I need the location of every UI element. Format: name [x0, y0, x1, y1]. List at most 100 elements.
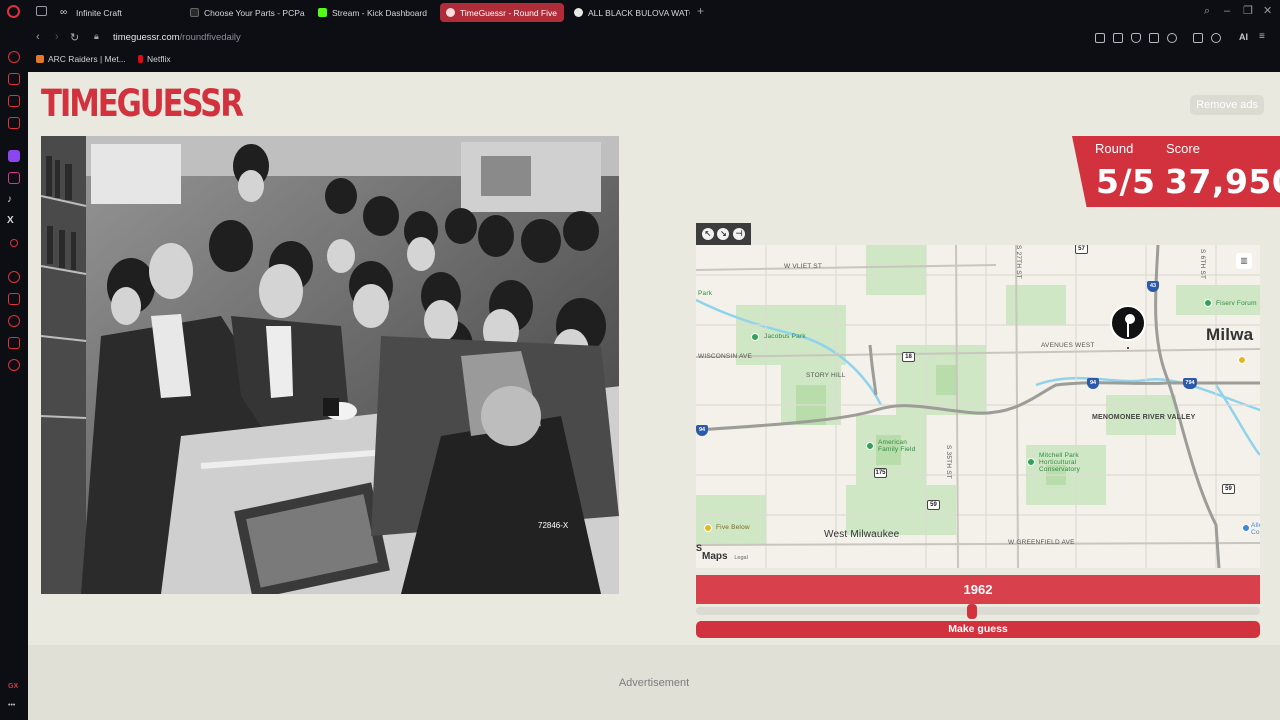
url-path: /roundfivedaily [179, 32, 241, 43]
x-twitter-icon[interactable]: X [7, 215, 14, 226]
opera-menu-icon[interactable] [7, 5, 20, 18]
map-label-wisconsin: WISCONSIN AVE [698, 353, 753, 360]
gx-control-icon[interactable]: GX [8, 683, 18, 690]
lock-icon[interactable]: 🔒︎ [94, 31, 99, 42]
arena-poi-icon[interactable] [1204, 299, 1212, 307]
settings-icon[interactable] [8, 359, 20, 371]
tab-label: Choose Your Parts - PCPa [204, 7, 305, 18]
search-tabs-icon[interactable]: ⌕ [1204, 5, 1210, 17]
route-18-shield-icon: 18 [902, 352, 915, 362]
url-host: timeguessr.com [113, 32, 180, 43]
url-field[interactable]: timeguessr.com/roundfivedaily [113, 32, 241, 43]
timeguessr-logo[interactable]: TIMEGUESSR [41, 84, 244, 124]
map-label-milwaukee: Milwa [1206, 325, 1254, 344]
infinity-icon: ∞ [60, 7, 68, 18]
close-icon[interactable]: ✕ [1263, 5, 1272, 17]
poi-blue-icon[interactable] [1242, 524, 1250, 532]
workspaces-icon[interactable] [36, 6, 47, 16]
advertisement-area: Advertisement [28, 645, 1280, 720]
timeguessr-page: TIMEGUESSR Remove ads 72846-X Round Scor… [28, 72, 1280, 720]
extensions-sidebar-icon[interactable] [8, 337, 20, 349]
tab-timeguessr[interactable]: TimeGuessr - Round Five [440, 3, 564, 22]
forward-icon[interactable]: › [55, 31, 59, 43]
reload-icon[interactable]: ↻ [70, 31, 79, 44]
twitch-icon[interactable] [8, 150, 20, 162]
minimize-icon[interactable]: – [1224, 5, 1230, 17]
bookmark-netflix[interactable]: Netflix [138, 54, 171, 64]
tab-bar: ∞ Infinite Craft Choose Your Parts - PCP… [0, 0, 1280, 24]
menu-icon[interactable]: ≡ [1259, 32, 1269, 43]
map-label-five-below: Five Below [716, 524, 750, 531]
expand-map-icon[interactable]: ↖ [701, 228, 714, 240]
bookmark-label: Netflix [147, 54, 171, 64]
netflix-favicon-icon [138, 55, 143, 63]
store-poi-icon[interactable] [704, 524, 712, 532]
map-label-mitchell-park: Mitchell Park Horticultural Conservatory [1039, 452, 1081, 473]
play-icon[interactable] [1149, 33, 1159, 43]
route-57-shield-icon: 57 [1075, 245, 1088, 254]
mail-icon[interactable] [8, 117, 20, 129]
tab-pcpartpicker[interactable]: Choose Your Parts - PCPa [184, 3, 308, 22]
store-icon[interactable] [8, 73, 20, 85]
browser-sidebar: ♪ X GX ••• [0, 24, 28, 720]
map-label-allen: Allen Com [1251, 522, 1260, 536]
make-guess-button[interactable]: Make guess [696, 621, 1260, 638]
map-label-park: Park [698, 290, 713, 297]
account-icon[interactable] [1211, 33, 1221, 43]
tiktok-icon[interactable]: ♪ [7, 194, 12, 205]
tab-kick-dashboard[interactable]: Stream - Kick Dashboard [312, 3, 436, 22]
map-label-s35: S 35TH ST [945, 445, 952, 479]
tab-label: Infinite Craft [76, 7, 122, 18]
bookmark-icon[interactable] [1095, 33, 1105, 43]
poi-yellow-icon[interactable] [1238, 356, 1246, 364]
photo-negative-number: 72846-X [538, 521, 569, 530]
kick-favicon-icon [318, 8, 327, 17]
timeguessr-favicon-icon [446, 8, 455, 17]
gx-corner-icon[interactable] [8, 95, 20, 107]
new-tab-button[interactable]: + [697, 5, 704, 17]
round-photo[interactable]: 72846-X [41, 136, 619, 594]
player-icon[interactable] [8, 271, 20, 283]
score-label: Score [1166, 141, 1200, 156]
bookmark-arc-raiders[interactable]: ARC Raiders | Met... [36, 54, 126, 64]
map-canvas [696, 245, 1260, 568]
history-icon[interactable] [8, 315, 20, 327]
back-icon[interactable]: ‹ [36, 31, 40, 43]
map-label-s27: S 27TH ST [1015, 245, 1022, 279]
legal-link[interactable]: Legal [734, 555, 747, 561]
shrink-map-icon[interactable]: ↘ [717, 228, 730, 240]
tab-label: TimeGuessr - Round Five [460, 7, 557, 18]
map-label-menomonee: MENOMONEE RIVER VALLEY [1092, 414, 1196, 421]
snapshot-icon[interactable] [1113, 33, 1123, 43]
music-player-icon[interactable] [10, 239, 18, 247]
remove-ads-button[interactable]: Remove ads [1190, 95, 1264, 115]
restore-icon[interactable]: ❐ [1243, 5, 1253, 17]
pin-map-icon[interactable]: ⊣ [733, 228, 746, 240]
aria-ai-button[interactable]: AI [1239, 32, 1248, 42]
year-slider[interactable] [696, 604, 1260, 619]
map-type-toggle-icon[interactable]: ▥ [1236, 253, 1252, 269]
tab-infinite-craft[interactable]: ∞ Infinite Craft [54, 3, 182, 22]
tab-bulova-watch[interactable]: ALL BLACK BULOVA WATC [568, 3, 690, 22]
tab-label: ALL BLACK BULOVA WATC [588, 7, 690, 18]
extensions-icon[interactable] [1193, 33, 1203, 43]
heart-icon[interactable] [1167, 33, 1177, 43]
park-poi-icon[interactable] [751, 333, 759, 341]
stadium-poi-icon[interactable] [866, 442, 874, 450]
round-value: 5/5 [1096, 162, 1156, 201]
route-59-east-shield-icon: 59 [1222, 484, 1235, 494]
black-and-white-crowd-photo: 72846-X [41, 136, 619, 594]
advertisement-label: Advertisement [618, 677, 690, 689]
shield-icon[interactable] [1131, 33, 1141, 43]
pinboard-icon[interactable] [8, 293, 20, 305]
speed-dial-icon[interactable] [8, 51, 20, 63]
arc-raiders-favicon-icon [36, 55, 44, 63]
map-label-avenues-west: AVENUES WEST [1041, 342, 1095, 349]
guess-map[interactable]: W VLIET ST Park Jacobus Park WISCONSIN A… [696, 245, 1260, 568]
apple-maps-attribution[interactable]: Maps Legal [702, 551, 748, 562]
instagram-icon[interactable] [8, 172, 20, 184]
map-label-greenfield: W GREENFIELD AVE [1008, 539, 1075, 546]
more-icon[interactable]: ••• [8, 702, 15, 709]
conservatory-poi-icon[interactable] [1027, 458, 1035, 466]
year-slider-thumb[interactable] [967, 604, 978, 619]
